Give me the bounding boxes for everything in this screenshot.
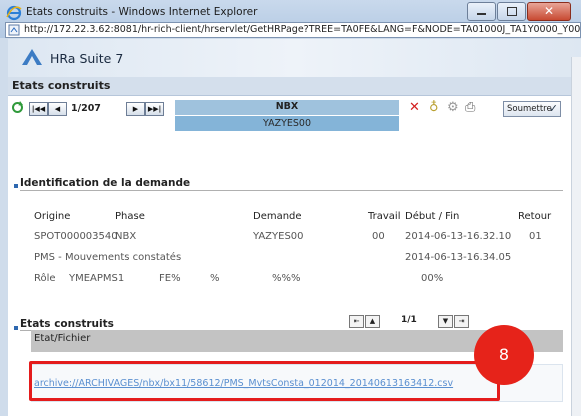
etats-title: Etats construits [20,318,114,330]
value-demande: YAZYES00 [253,231,304,242]
app-brand-name: HRa Suite 7 [50,51,124,66]
header-travail: Travail [368,211,401,222]
etat-fichier-header: Etat/Fichier [34,333,91,344]
header-debut-fin: Début / Fin [405,211,460,222]
last-page-button[interactable]: ⇥ [454,315,469,328]
maximize-button[interactable] [497,2,526,21]
previous-page-button[interactable]: ▲ [365,315,380,328]
window-title: Etats construits - Windows Internet Expl… [26,6,258,18]
value-travail: 00 [372,231,385,242]
demand-code: YAZYES00 [263,118,311,129]
value-retour: 01 [529,231,542,242]
window-controls: ✕ [466,2,571,21]
param-triple-percent: %%% [272,273,301,284]
param-00-percent: 00% [421,273,444,284]
section-divider [20,190,563,191]
refresh-icon[interactable] [11,101,24,114]
value-fin: 2014-06-13-16.34.05 [405,252,512,263]
page-title-bar: Etats construits [8,77,581,96]
value-job-label: PMS - Mouvements constatés [34,252,182,263]
delete-icon[interactable]: ✕ [409,101,420,115]
page-title: Etats construits [12,79,111,92]
page-content: HRa Suite 7 Etats construits |◀◀ ◀ 1/207… [8,39,581,416]
vertical-scrollbar[interactable] [571,57,581,416]
phase-banner: NBX [175,100,399,115]
param-percent: % [210,273,220,284]
print-icon[interactable]: ⎙ [465,101,475,115]
value-debut: 2014-06-13-16.32.10 [405,231,512,242]
highlight-box [29,361,500,401]
header-demande: Demande [253,211,302,222]
next-page-button[interactable]: ▶ [126,102,145,116]
step-badge: 8 [474,325,534,385]
value-origine: SPOT000003540 [34,231,118,242]
etats-pager: 1/1 [401,315,417,325]
submit-label: Soumettre [507,104,552,114]
section-bullet-icon [14,326,18,330]
next-page-button[interactable]: ▼ [438,315,453,328]
lightbulb-icon[interactable]: ♁ [429,101,439,115]
submit-dropdown[interactable]: Soumettre ✓ [503,101,561,117]
record-pager: 1/207 [71,103,101,114]
header-origine: Origine [34,211,71,222]
role-value: YMEAPMS1 [69,273,125,284]
hra-logo-icon [22,49,42,65]
header-retour: Retour [518,211,552,222]
first-page-button[interactable]: |◀◀ [29,102,48,116]
checkmark-icon: ✓ [548,102,558,115]
demand-banner: YAZYES00 [175,116,399,131]
section-bullet-icon [14,184,18,188]
page-icon [8,24,20,36]
param-fe: FE% [159,273,181,284]
previous-page-button[interactable]: ◀ [48,102,67,116]
minimize-button[interactable] [467,2,496,21]
address-url: http://172.22.3.62:8081/hr-rich-client/h… [24,24,581,35]
phase-code: NBX [275,101,299,112]
first-page-button[interactable]: ⇤ [349,315,364,328]
settings-gear-icon[interactable]: ⚙ [447,101,459,115]
close-button[interactable]: ✕ [527,2,571,21]
value-phase: NBX [115,231,137,242]
app-banner: HRa Suite 7 [8,39,581,77]
window-titlebar: Etats construits - Windows Internet Expl… [0,0,581,38]
internet-explorer-icon [6,5,22,21]
role-label: Rôle [34,273,56,284]
header-phase: Phase [115,211,145,222]
address-bar[interactable]: http://172.22.3.62:8081/hr-rich-client/h… [5,22,581,38]
toolbar: |◀◀ ◀ 1/207 ▶ ▶▶| NBX YAZYES00 ✕ ♁ ⚙ ⎙ S… [8,96,581,133]
last-page-button[interactable]: ▶▶| [145,102,164,116]
identification-title: Identification de la demande [20,177,191,189]
